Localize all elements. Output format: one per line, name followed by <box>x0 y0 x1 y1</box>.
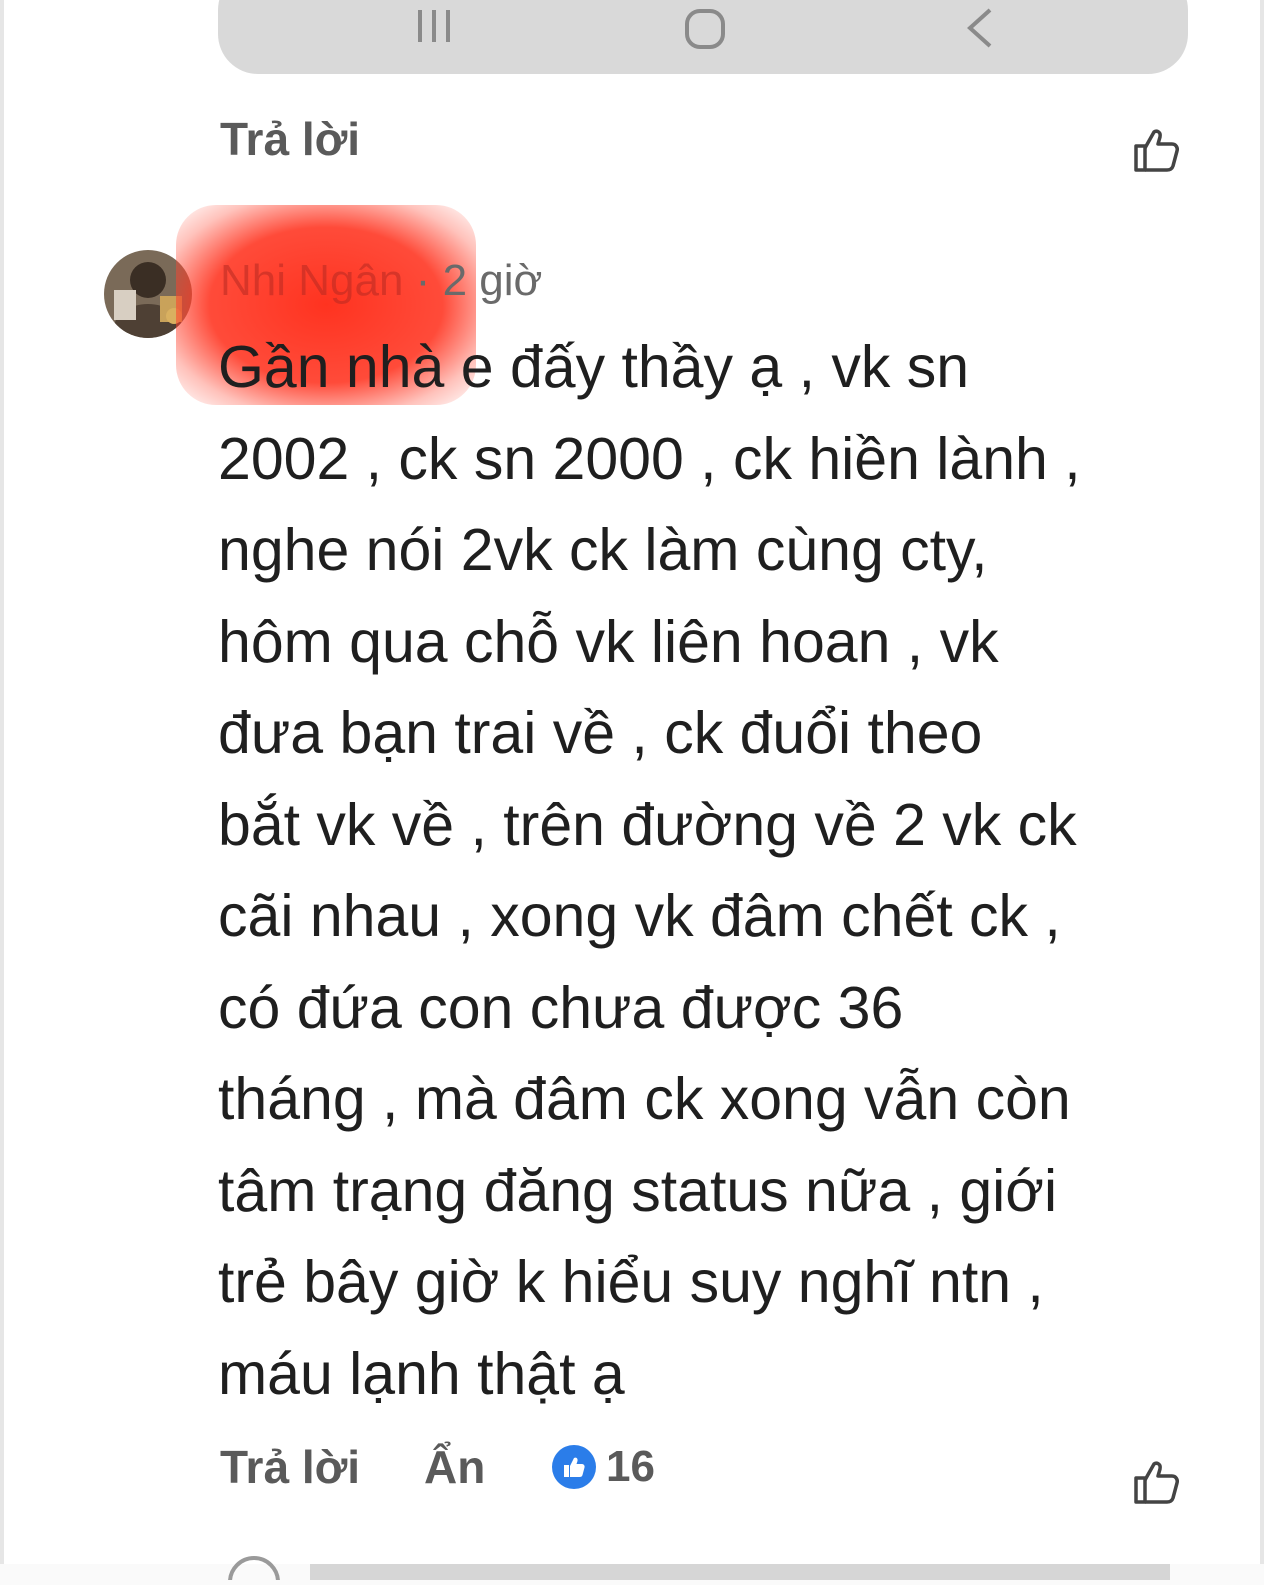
like-reaction-icon <box>552 1445 596 1489</box>
reaction-summary[interactable]: 16 <box>552 1442 655 1492</box>
comment-line: cãi nhau , xong vk đâm chết ck , <box>218 883 1061 949</box>
comment-line: máu lạnh thật ạ <box>218 1340 625 1407</box>
separator-dot: · <box>415 256 431 305</box>
thumbs-up-outline-icon[interactable] <box>1132 1458 1180 1506</box>
timestamp: 2 giờ <box>442 256 543 305</box>
recent-apps-icon[interactable] <box>414 8 454 49</box>
screen-frame: Trả lời Nhi Ngân · 2 giờ Gần nhà e đấy t… <box>0 0 1264 1585</box>
thumbs-up-outline-icon[interactable] <box>1132 126 1180 174</box>
comment-line: tháng , mà đâm ck xong vẫn còn <box>218 1066 1071 1132</box>
comment-line: trẻ bây giờ k hiểu suy nghĩ ntn , <box>218 1249 1044 1315</box>
comment-line: hôm qua chỗ vk liên hoan , vk <box>218 608 999 675</box>
comment-line: có đứa con chưa được 36 <box>218 974 904 1041</box>
hide-button[interactable]: Ẩn <box>424 1440 485 1494</box>
comment-body: Gần nhà e đấy thầy ạ , vk sn 2002 , ck s… <box>218 322 1218 1420</box>
reply-link[interactable]: Trả lời <box>220 112 360 166</box>
system-navigation-bar <box>218 0 1188 74</box>
comment-line: bắt vk về , trên đường về 2 vk ck <box>218 791 1077 858</box>
back-icon[interactable] <box>964 8 994 53</box>
comment-line: 2002 , ck sn 2000 , ck hiền lành , <box>218 425 1081 492</box>
reaction-count: 16 <box>606 1442 655 1491</box>
comment-line: Gần nhà e đấy thầy ạ , vk sn <box>218 334 970 400</box>
comment-header: Nhi Ngân · 2 giờ <box>220 256 542 306</box>
reply-button[interactable]: Trả lời <box>220 1440 360 1494</box>
comment-line: nghe nói 2vk ck làm cùng cty, <box>218 517 988 583</box>
comment-line: tâm trạng đăng status nữa , giới <box>218 1157 1058 1224</box>
home-icon[interactable] <box>684 8 726 55</box>
next-comment-peek <box>218 1540 1178 1585</box>
comment-actions: Trả lời Ẩn 16 <box>4 1440 1260 1500</box>
author-name[interactable]: Nhi Ngân <box>220 256 403 305</box>
comment-line: đưa bạn trai về , ck đuổi theo <box>218 700 983 766</box>
